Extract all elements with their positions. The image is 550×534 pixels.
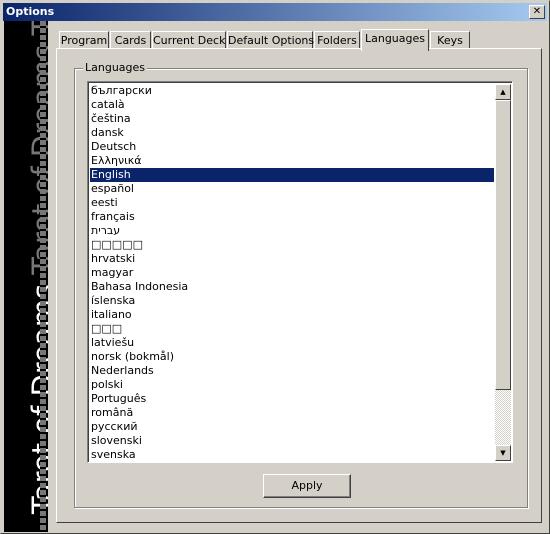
language-list-item[interactable]: español [90,182,494,196]
language-list-item[interactable]: dansk [90,126,494,140]
scroll-down-button[interactable]: ▼ [495,445,511,461]
options-window: Options ✕ Tarot of Dreams Tarot of Dream… [0,0,550,534]
film-strip-decoration [40,21,46,532]
tab-label: Folders [317,34,357,47]
language-list-item[interactable]: hrvatski [90,252,494,266]
language-list-item[interactable]: Deutsch [90,140,494,154]
language-list-item[interactable]: français [90,210,494,224]
language-list-item[interactable]: English [90,168,494,182]
tab-languages[interactable]: Languages [361,29,429,51]
language-list-item[interactable]: norsk (bokmål) [90,350,494,364]
tab-label: Keys [437,34,463,47]
languages-tab-panel: Languages български català čeština dansk Deu… [56,48,542,523]
tab-label: Languages [364,32,426,45]
languages-listbox[interactable]: български català čeština dansk Deutsch Ελληνι… [87,81,513,463]
vertical-scrollbar[interactable]: ▲ ▼ [495,84,511,461]
groupbox-label: Languages [83,61,148,75]
languages-groupbox: Languages български català čeština dansk Deu… [74,61,528,508]
language-list-item[interactable]: български [90,84,494,98]
close-icon: ✕ [532,6,542,17]
language-list-item[interactable]: català [90,98,494,112]
language-list-item[interactable]: íslenska [90,294,494,308]
language-list-item[interactable]: eesti [90,196,494,210]
tab-label: Program [60,34,108,47]
tab-label: Current Deck [153,34,226,47]
window-title: Options [6,5,55,18]
language-list-item[interactable]: עברית [90,224,494,238]
language-list-item[interactable]: Português [90,392,494,406]
arrow-down-icon: ▼ [500,449,506,457]
language-list-item[interactable]: polski [90,378,494,392]
language-list-item[interactable]: □□□□□ [90,238,494,252]
tab-label: Cards [114,34,147,47]
close-button[interactable]: ✕ [529,5,545,19]
language-list-item[interactable]: svenska [90,448,494,462]
language-list-item[interactable]: русский [90,420,494,434]
apply-button[interactable]: Apply [263,474,351,498]
scroll-up-button[interactable]: ▲ [495,84,511,100]
language-list-item[interactable]: čeština [90,112,494,126]
language-list-item[interactable]: Bahasa Indonesia [90,280,494,294]
language-list-item[interactable]: magyar [90,266,494,280]
scrollbar-thumb[interactable] [495,100,511,390]
language-list-item[interactable]: □□□ [90,322,494,336]
arrow-up-icon: ▲ [500,88,506,96]
language-list: български català čeština dansk Deutsch Ελληνι… [90,84,494,462]
language-list-item[interactable]: latviešu [90,336,494,350]
language-list-item[interactable]: Ελληνικά [90,154,494,168]
language-list-item[interactable]: italiano [90,308,494,322]
side-banner: Tarot of Dreams Tarot of Dreams Tarot of [4,21,48,532]
language-list-item[interactable]: română [90,406,494,420]
language-list-item[interactable]: slovenski [90,434,494,448]
language-list-item[interactable]: Nederlands [90,364,494,378]
title-bar[interactable]: Options ✕ [3,3,547,21]
tab-label: Default Options [228,34,315,47]
